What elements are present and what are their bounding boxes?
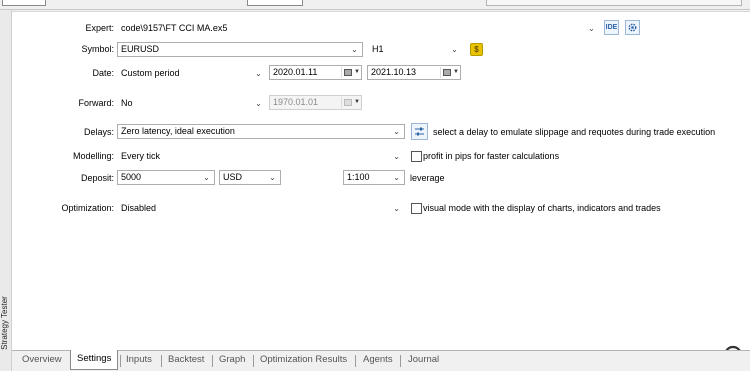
timeframe-select[interactable]: H1 ⌄	[368, 42, 463, 57]
tab-backtest[interactable]: Backtest	[168, 351, 204, 371]
date-label: Date:	[92, 68, 114, 78]
delays-value: Zero latency, ideal execution	[121, 126, 235, 136]
top-field[interactable]	[486, 0, 742, 6]
chevron-down-icon: ⌄	[351, 45, 358, 54]
deposit-label: Deposit:	[80, 173, 114, 183]
tab-settings[interactable]: Settings	[70, 350, 119, 370]
top-tab-2[interactable]	[247, 0, 303, 6]
tab-inputs[interactable]: Inputs	[126, 351, 152, 371]
tab-graph[interactable]: Graph	[219, 351, 245, 371]
panel-vertical-title: Strategy Tester	[0, 296, 9, 350]
chevron-down-icon: ⌄	[393, 127, 400, 136]
settings-panel: Expert: code\9157\FT CCI MA.ex5 ⌄ IDE Sy…	[12, 11, 750, 371]
date-mode-select[interactable]: Custom period ⌄	[117, 66, 267, 81]
date-mode-value: Custom period	[121, 68, 180, 78]
deposit-select[interactable]: 5000 ⌄	[117, 170, 215, 185]
forward-date-input: 1970.01.01 ▼	[269, 95, 362, 110]
delays-hint: select a delay to emulate slippage and r…	[433, 127, 716, 137]
tab-agents[interactable]: Agents	[363, 351, 393, 371]
tab-separator	[120, 355, 121, 367]
forward-value: No	[121, 98, 133, 108]
date-to-value: 2021.10.13	[371, 67, 417, 77]
profit-pips-checkbox[interactable]	[411, 151, 422, 162]
top-tab-1[interactable]	[2, 0, 46, 6]
expert-value: code\9157\FT CCI MA.ex5	[121, 23, 228, 33]
tab-separator	[161, 355, 162, 367]
profit-pips-label: profit in pips for faster calculations	[423, 151, 560, 161]
delay-settings-icon[interactable]	[411, 123, 428, 140]
symbol-properties-icon[interactable]: $	[470, 43, 483, 56]
tab-separator	[253, 355, 254, 367]
chevron-down-icon: ⌄	[255, 69, 262, 78]
top-strip	[0, 0, 750, 10]
modelling-label: Modelling:	[72, 151, 114, 161]
bottom-tab-bar: Overview Settings Inputs Backtest Graph …	[12, 350, 750, 371]
visual-mode-label: visual mode with the display of charts, …	[423, 203, 661, 213]
calendar-icon: ▼	[341, 97, 360, 108]
calendar-icon[interactable]: ▼	[341, 67, 360, 78]
calendar-icon[interactable]: ▼	[440, 67, 459, 78]
leverage-select[interactable]: 1:100 ⌄	[343, 170, 405, 185]
date-from-value: 2020.01.11	[273, 67, 318, 77]
tab-separator	[212, 355, 213, 367]
optimization-select[interactable]: Disabled ⌄	[117, 201, 405, 216]
currency-select[interactable]: USD ⌄	[219, 170, 281, 185]
delays-label: Delays:	[83, 127, 114, 137]
timeframe-value: H1	[372, 44, 384, 54]
forward-select[interactable]: No ⌄	[117, 96, 267, 111]
chevron-down-icon: ⌄	[393, 204, 400, 213]
tab-overview[interactable]: Overview	[22, 351, 62, 371]
gear-icon[interactable]	[625, 20, 640, 35]
leverage-value: 1:100	[347, 172, 370, 182]
date-from-input[interactable]: 2020.01.11 ▼	[269, 65, 362, 80]
tab-separator	[355, 355, 356, 367]
optimization-label: Optimization:	[61, 203, 114, 213]
tab-journal[interactable]: Journal	[408, 351, 439, 371]
leverage-label: leverage	[410, 173, 445, 183]
visual-mode-checkbox[interactable]	[411, 203, 422, 214]
symbol-label: Symbol:	[81, 44, 114, 54]
chevron-down-icon: ⌄	[269, 173, 276, 182]
expert-label: Expert:	[85, 23, 114, 33]
tab-optimization-results[interactable]: Optimization Results	[260, 351, 347, 371]
forward-date-value: 1970.01.01	[273, 97, 319, 107]
expert-select[interactable]: code\9157\FT CCI MA.ex5 ⌄	[117, 21, 600, 36]
deposit-value: 5000	[121, 172, 142, 182]
chevron-down-icon: ⌄	[393, 152, 400, 161]
chevron-down-icon: ⌄	[588, 24, 595, 33]
tab-separator	[400, 355, 401, 367]
chevron-down-icon: ⌄	[255, 99, 262, 108]
symbol-select[interactable]: EURUSD ⌄	[117, 42, 363, 57]
optimization-value: Disabled	[121, 203, 157, 213]
delays-select[interactable]: Zero latency, ideal execution ⌄	[117, 124, 405, 139]
symbol-value: EURUSD	[121, 44, 160, 54]
strategy-tester-sidebar: Strategy Tester	[0, 10, 12, 371]
chevron-down-icon: ⌄	[451, 45, 458, 54]
modelling-select[interactable]: Every tick ⌄	[117, 149, 405, 164]
chevron-down-icon: ⌄	[203, 173, 210, 182]
ide-button[interactable]: IDE	[604, 20, 619, 35]
currency-value: USD	[223, 172, 243, 182]
chevron-down-icon: ⌄	[393, 173, 400, 182]
forward-label: Forward:	[78, 98, 114, 108]
modelling-value: Every tick	[121, 151, 161, 161]
date-to-input[interactable]: 2021.10.13 ▼	[367, 65, 461, 80]
